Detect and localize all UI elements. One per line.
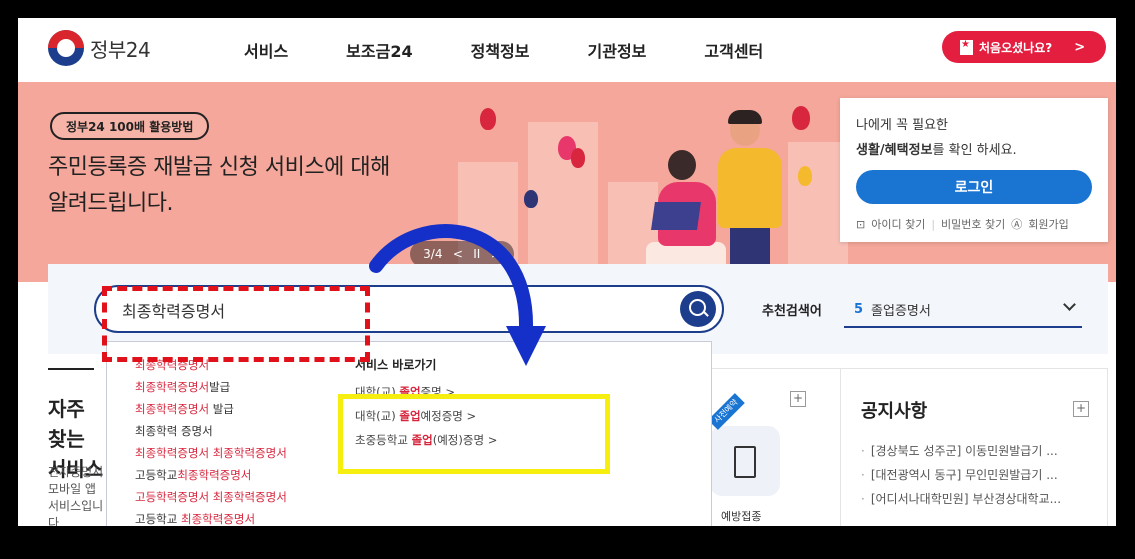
suggestion-pre: 고등학교 [135,468,178,482]
notice-item[interactable]: · [어디서나대학민원] 부산경상대학교... [861,487,1087,511]
find-id-link[interactable]: 아이디 찾기 [871,216,925,232]
chevron-down-icon[interactable] [1063,298,1076,311]
suggestion-item[interactable]: 고등학교 최종학력증명서 [135,508,335,526]
search-input-highlight-box [102,286,370,362]
site-logo[interactable]: 정부24 [48,30,151,66]
login-button[interactable]: 로그인 [856,170,1092,204]
login-message: 생활/혜택정보를 확인 하세요. [856,139,1092,158]
arrow-stroke [369,224,534,335]
signup-link[interactable]: 회원가입 [1028,216,1068,232]
suggestion-highlight: 최종학력증명서 [135,402,210,416]
suggestion-item[interactable]: 최종학력증명서 발급 [135,398,335,420]
notice-item[interactable]: · [대전광역시 동구] 무인민원발급기 ... [861,463,1087,487]
balloon-icon [571,148,585,168]
shortcut-highlight-box [338,394,610,474]
arrow-head [506,326,546,366]
search-icon[interactable] [680,291,716,327]
suggestion-item[interactable]: 고등학력증명서 최종학력증명서 [135,486,335,508]
divider [48,368,94,370]
user-icon: Ⓐ [1011,218,1023,231]
banner-title-line: 주민등록증 재발급 신청 서비스에 대해 [48,155,390,180]
first-visit-label: 처음오셨나요? [979,40,1053,55]
first-visit-button[interactable]: 처음오셨나요? > [942,31,1106,63]
woman-illustration [668,150,696,180]
vaccination-label[interactable]: 예방접종 [721,508,761,524]
suggestion-highlight: 최종학력증명서 [180,512,256,526]
nav-item-services[interactable]: 서비스 [244,38,288,62]
suggestion-item[interactable]: 최종학력 증명서 [135,420,335,442]
curved-arrow-icon [369,224,546,366]
divider: | [931,217,936,231]
taeguk-logo-icon [48,30,84,66]
suggestion-item[interactable]: 최종학력증명서 최종학력증명서 [135,442,335,464]
site-header: 정부24 서비스 보조금24 정책정보 기관정보 고객센터 처음오셨나요? > [18,18,1116,82]
bookmark-icon [960,39,973,55]
balloon-icon [792,106,810,130]
more-button[interactable]: + [790,391,806,407]
bullet-icon: · [861,444,865,458]
browser-viewport: 정부24 서비스 보조금24 정책정보 기관정보 고객센터 처음오셨나요? > [18,18,1116,526]
man-illustration [728,110,762,124]
balloon-icon [798,166,812,186]
balloon-icon [524,190,538,208]
nav-item-support[interactable]: 고객센터 [704,38,763,62]
suggestion-highlight: 최종학력증명서 [135,446,210,460]
suggestion-highlight: 최종학력증명서 [135,380,210,394]
lock-icon: ⊡ [856,217,866,231]
login-panel: 나에게 꼭 필요한 생활/혜택정보를 확인 하세요. 로그인 ⊡ 아이디 찾기 … [840,98,1108,242]
chevron-right-icon: > [1074,39,1086,55]
suggestion-item[interactable]: 고등학교최종학력증명서 [135,464,335,486]
login-message-bold: 생활/혜택정보 [856,143,933,158]
notice-panel: 공지사항 + · [경상북도 성주군] 이동민원발급기 ... · [대전광역시 동… [840,368,1108,526]
notice-title: 공지사항 [861,401,928,422]
suggestion-list: 최종학력증명서 최종학력증명서발급 최종학력증명서 발급 최종학력 증명서 최종… [135,354,335,526]
nav-item-policy[interactable]: 정책정보 [471,38,530,62]
nav-item-agency[interactable]: 기관정보 [588,38,647,62]
suggestion-rest: 최종학력증명서 [209,490,287,504]
suggestion-rest: 발급 [209,402,234,416]
keyword-rank: 5 [854,301,864,317]
building-illustration [788,142,848,282]
laptop-illustration [651,202,701,230]
suggestion-rest: 최종학력 증명서 [135,424,213,438]
notice-list: · [경상북도 성주군] 이동민원발급기 ... · [대전광역시 동구] 무인민원… [861,439,1087,511]
main-nav: 서비스 보조금24 정책정보 기관정보 고객센터 [244,38,821,62]
suggestion-rest: 발급 [209,380,231,394]
suggestion-highlight: 고등학력증명서 [135,490,210,504]
suggestion-pre: 고등학교 [135,512,181,526]
recommended-keywords-label: 추천검색어 [762,304,822,319]
notice-more-button[interactable]: + [1073,401,1089,417]
account-links: ⊡ 아이디 찾기 | 비밀번호 찾기 Ⓐ 회원가입 [856,216,1092,232]
balloon-icon [480,108,496,130]
login-message: 나에게 꼭 필요한 [856,118,948,133]
login-message-rest: 를 확인 하세요. [932,143,1017,158]
notice-text: [어디서나대학민원] 부산경상대학교... [870,492,1062,506]
suggestion-item[interactable]: 최종학력증명서발급 [135,376,335,398]
vaccination-icon[interactable] [710,426,780,496]
nav-item-subsidy[interactable]: 보조금24 [346,38,412,62]
bullet-icon: · [861,468,865,482]
logo-text: 정부24 [90,37,151,62]
keyword-text[interactable]: 졸업증명서 [871,300,931,319]
notice-text: [경상북도 성주군] 이동민원발급기 ... [870,444,1058,458]
banner-badge: 정부24 100배 활용방법 [50,112,210,140]
notice-item[interactable]: · [경상북도 성주군] 이동민원발급기 ... [861,439,1087,463]
suggestion-rest: 최종학력증명서 [209,446,287,460]
man-illustration [718,148,782,228]
find-password-link[interactable]: 비밀번호 찾기 [941,216,1005,232]
bullet-icon: · [861,492,865,506]
notice-text: [대전광역시 동구] 무인민원발급기 ... [870,468,1058,482]
recommended-keyword-rotator[interactable]: 5 졸업증명서 [844,292,1082,328]
frequent-services-desc: 전자증명서 모바일 앱 서비스입니다 [48,465,104,526]
suggestion-highlight: 최종학력증명서 [177,468,252,482]
